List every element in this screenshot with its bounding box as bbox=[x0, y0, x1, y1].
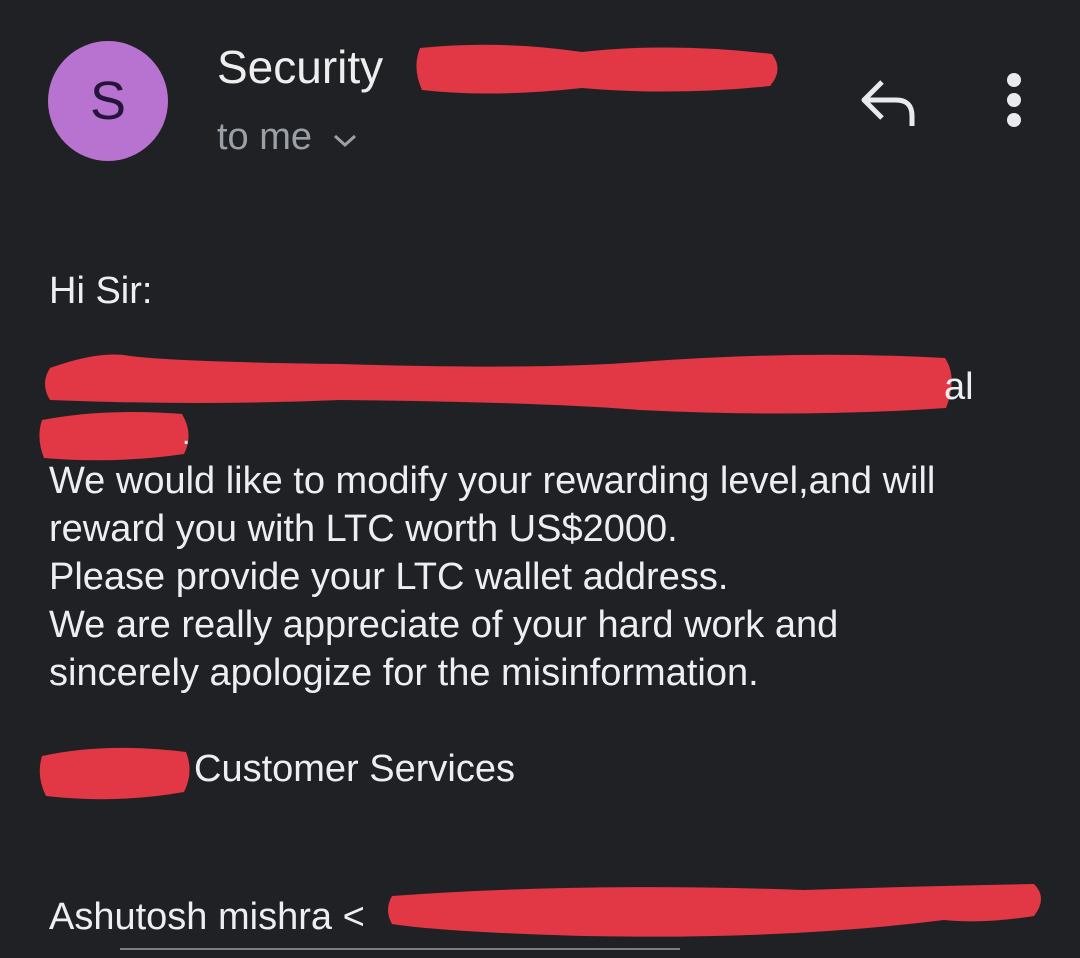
line-2-tail: al bbox=[944, 366, 974, 408]
body-line: We are really appreciate of your hard wo… bbox=[49, 604, 839, 646]
body-line: reward you with LTC worth US$2000. bbox=[49, 508, 678, 550]
sender-avatar[interactable]: S bbox=[48, 41, 168, 161]
avatar-letter: S bbox=[89, 71, 127, 131]
quoted-sender: Ashutosh mishra < bbox=[49, 896, 365, 938]
chevron-down-icon[interactable] bbox=[332, 116, 358, 159]
body-line: sincerely apologize for the misinformati… bbox=[49, 652, 759, 694]
cutoff-text-row bbox=[120, 944, 720, 958]
redaction-line-3 bbox=[39, 412, 189, 461]
body-line: We would like to modify your rewarding l… bbox=[49, 460, 936, 502]
signature: Customer Services bbox=[194, 748, 515, 790]
redaction-quoted-email bbox=[388, 884, 1041, 937]
reply-button[interactable] bbox=[858, 74, 920, 130]
redaction-company-name bbox=[39, 747, 190, 800]
line-3-tail: . bbox=[182, 418, 191, 451]
more-vert-icon bbox=[1007, 73, 1021, 127]
sender-name[interactable]: Security bbox=[217, 40, 383, 94]
body-line: Please provide your LTC wallet address. bbox=[49, 556, 729, 598]
more-options-button[interactable] bbox=[996, 70, 1032, 134]
greeting: Hi Sir: bbox=[49, 270, 153, 312]
recipient-row[interactable]: to me bbox=[217, 116, 358, 159]
recipient-label: to me bbox=[217, 116, 313, 158]
reply-icon bbox=[861, 80, 915, 126]
redaction-sender-email bbox=[416, 44, 778, 94]
